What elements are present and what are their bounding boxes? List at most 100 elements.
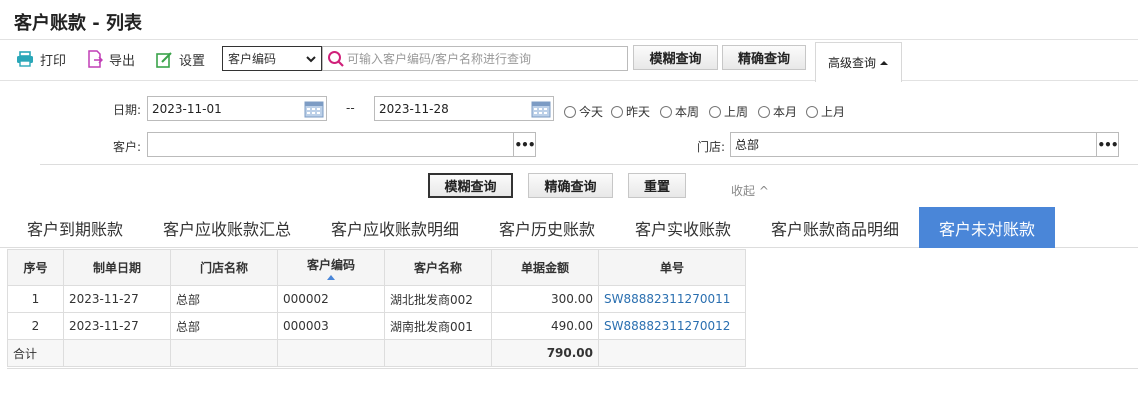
cell: 000003 — [277, 312, 385, 340]
cell — [277, 339, 385, 367]
radio-today[interactable]: 今天 — [564, 103, 603, 120]
advanced-query-label: 高级查询 — [827, 56, 876, 70]
customer-input[interactable]: ••• — [147, 132, 536, 157]
calendar-icon[interactable] — [531, 100, 551, 118]
cell: 300.00 — [491, 285, 599, 313]
title-bar: 客户账款 - 列表 — [0, 0, 1138, 40]
printer-icon — [17, 51, 33, 67]
radio-circle[interactable] — [806, 105, 818, 118]
radio-this-month-label: 本月 — [773, 105, 798, 119]
sort-asc-icon — [327, 274, 335, 280]
exact-query-button[interactable]: 精确查询 — [722, 45, 806, 70]
col-header-sorted[interactable]: 客户编码 — [277, 249, 385, 286]
tab-history[interactable]: 客户历史账款 — [482, 207, 612, 248]
date-to-value: 2023-11-28 — [379, 101, 449, 116]
tab-received[interactable]: 客户实收账款 — [618, 207, 748, 248]
tab-customer-due[interactable]: 客户到期账款 — [10, 207, 140, 248]
cell: 1 — [7, 285, 64, 313]
radio-circle[interactable] — [758, 105, 770, 118]
total-row: 合计 790.00 — [7, 339, 746, 367]
store-input[interactable]: 总部 ••• — [730, 132, 1119, 157]
radio-yesterday[interactable]: 昨天 — [611, 103, 650, 120]
cell: 湖南批发商001 — [384, 312, 492, 340]
cell: 总部 — [170, 285, 278, 313]
radio-this-week-label: 本周 — [675, 105, 700, 119]
table-row[interactable]: 1 2023-11-27 总部 000002 湖北批发商002 300.00 S… — [7, 285, 746, 313]
col-header[interactable]: 单据金额 — [491, 249, 599, 286]
radio-this-month[interactable]: 本月 — [758, 103, 797, 120]
store-label: 门店: — [697, 140, 726, 154]
total-amount: 790.00 — [491, 339, 599, 367]
cell: 总部 — [170, 312, 278, 340]
radio-today-label: 今天 — [579, 105, 604, 119]
page-title: 客户账款 - 列表 — [14, 13, 143, 34]
search-field-select[interactable]: 客户编码 — [222, 46, 322, 71]
caret-up-icon — [880, 60, 888, 65]
cell: 000002 — [277, 285, 385, 313]
customer-label: 客户: — [113, 140, 142, 154]
date-to-input[interactable]: 2023-11-28 — [374, 96, 554, 121]
date-from-input[interactable]: 2023-11-01 — [147, 96, 327, 121]
panel-fuzzy-query-button[interactable]: 模糊查询 — [428, 173, 513, 198]
store-picker-button[interactable]: ••• — [1096, 133, 1119, 156]
panel-exact-query-button[interactable]: 精确查询 — [528, 173, 613, 198]
reset-button[interactable]: 重置 — [628, 173, 686, 198]
radio-circle[interactable] — [564, 105, 576, 118]
chevron-down-icon — [306, 56, 316, 63]
export-label: 导出 — [109, 53, 136, 69]
order-link[interactable]: SW88882311270011 — [598, 285, 746, 313]
radio-last-week[interactable]: 上周 — [709, 103, 748, 120]
col-header-label: 客户编码 — [306, 257, 355, 272]
radio-last-week-label: 上周 — [724, 105, 749, 119]
col-header[interactable]: 客户名称 — [384, 249, 492, 286]
cell: 湖北批发商002 — [384, 285, 492, 313]
date-from-value: 2023-11-01 — [152, 101, 222, 116]
radio-last-month[interactable]: 上月 — [806, 103, 845, 120]
date-label: 日期: — [113, 103, 142, 117]
col-header[interactable]: 门店名称 — [170, 249, 278, 286]
col-header[interactable]: 序号 — [7, 249, 64, 286]
tab-bar: 客户到期账款 客户应收账款汇总 客户应收账款明细 客户历史账款 客户实收账款 客… — [0, 207, 1138, 248]
radio-this-week[interactable]: 本周 — [660, 103, 699, 120]
print-button[interactable]: 打印 — [16, 48, 66, 70]
order-link[interactable]: SW88882311270012 — [598, 312, 746, 340]
total-label: 合计 — [7, 339, 64, 367]
cell — [63, 339, 171, 367]
cell — [598, 339, 746, 367]
search-placeholder: 可输入客户编码/客户名称进行查询 — [347, 52, 532, 66]
fuzzy-query-button[interactable]: 模糊查询 — [633, 45, 718, 70]
cell — [384, 339, 492, 367]
radio-last-month-label: 上月 — [821, 105, 846, 119]
radio-circle[interactable] — [709, 105, 721, 118]
settings-label: 设置 — [179, 53, 206, 69]
search-input[interactable]: 可输入客户编码/客户名称进行查询 — [322, 46, 628, 71]
advanced-query-tab[interactable]: 高级查询 — [815, 42, 902, 82]
tab-unreconciled[interactable]: 客户未对账款 — [919, 207, 1055, 248]
cell: 2023-11-27 — [63, 312, 171, 340]
store-value: 总部 — [735, 138, 760, 152]
collapse-link[interactable]: 收起 ^ — [731, 182, 769, 199]
accounts-table: 序号 制单日期 门店名称 客户编码 客户名称 单据金额 单号 1 2023-11… — [7, 249, 746, 367]
tab-receivable-detail[interactable]: 客户应收账款明细 — [314, 207, 476, 248]
divider — [7, 368, 1138, 369]
cell: 2023-11-27 — [63, 285, 171, 313]
radio-yesterday-label: 昨天 — [626, 105, 651, 119]
export-button[interactable]: 导出 — [87, 48, 135, 70]
search-icon — [328, 51, 344, 67]
search-field-value: 客户编码 — [228, 52, 277, 66]
col-header[interactable]: 制单日期 — [63, 249, 171, 286]
print-label: 打印 — [40, 53, 67, 69]
table-row[interactable]: 2 2023-11-27 总部 000003 湖南批发商001 490.00 S… — [7, 312, 746, 340]
radio-circle[interactable] — [611, 105, 623, 118]
customer-picker-button[interactable]: ••• — [513, 133, 536, 156]
col-header[interactable]: 单号 — [598, 249, 746, 286]
settings-button[interactable]: 设置 — [156, 48, 205, 70]
calendar-icon[interactable] — [304, 100, 324, 118]
radio-circle[interactable] — [660, 105, 672, 118]
divider — [40, 164, 1138, 165]
export-icon — [88, 50, 103, 68]
cell: 490.00 — [491, 312, 599, 340]
table-header-row: 序号 制单日期 门店名称 客户编码 客户名称 单据金额 单号 — [7, 249, 746, 286]
tab-goods-detail[interactable]: 客户账款商品明细 — [754, 207, 916, 248]
tab-receivable-summary[interactable]: 客户应收账款汇总 — [146, 207, 308, 248]
